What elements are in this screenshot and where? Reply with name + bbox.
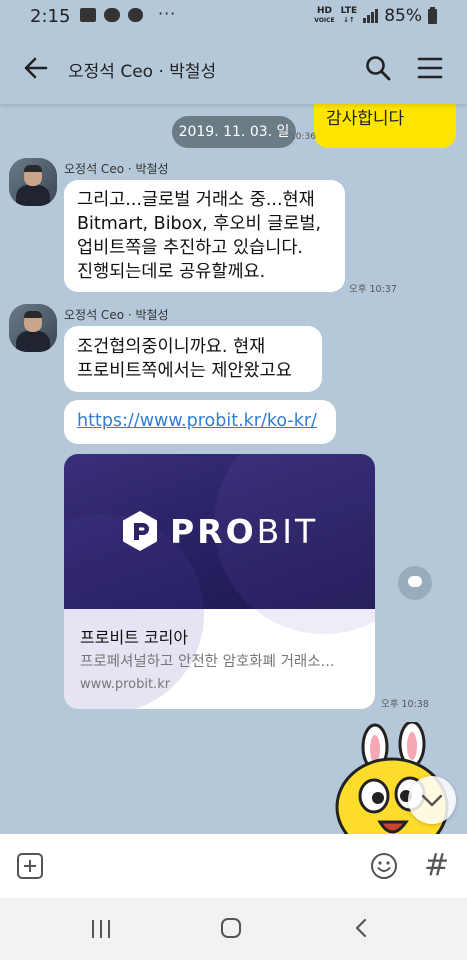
system-back-icon[interactable]: [354, 918, 368, 938]
emoji-icon[interactable]: [370, 852, 398, 880]
hashtag-search-button[interactable]: #: [424, 848, 449, 883]
sender-name: 오정석 Ceo · 박철성: [64, 162, 169, 176]
message-line: 업비트쪽을 추진하고 있습니다.: [77, 238, 303, 258]
chat-header: 오정석 Ceo · 박철성: [0, 34, 467, 104]
lte-icon: LTE ↓↑: [340, 6, 358, 25]
battery-icon: [428, 6, 437, 24]
message-line: 그리고...글로벌 거래소 중...현재: [77, 190, 315, 210]
link-preview-card[interactable]: PROBIT 프로비트 코리아 프로페셔널하고 안전한 암호화폐 거래소... …: [64, 454, 375, 709]
home-icon[interactable]: [221, 918, 241, 938]
sender-name: 오정석 Ceo · 박철성: [64, 308, 169, 322]
status-time: 2:15: [30, 6, 71, 27]
chevron-down-icon: [421, 794, 443, 807]
message-input[interactable]: [60, 850, 354, 884]
back-arrow-icon[interactable]: [22, 54, 50, 82]
chat-area[interactable]: 감사합니다 10:36 2019. 11. 03. 일 오정석 Ceo · 박철…: [0, 104, 467, 834]
probit-hex-icon: [123, 511, 157, 551]
preview-banner: PROBIT: [64, 454, 375, 709]
message-text: 감사합니다: [326, 109, 405, 129]
signal-icon: [363, 9, 379, 23]
avatar[interactable]: [9, 304, 57, 352]
gallery-notification-icon: [80, 8, 96, 22]
received-message-bubble[interactable]: 그리고...글로벌 거래소 중...현재 Bitmart, Bibox, 후오비…: [64, 180, 345, 292]
message-line: 프로비트쪽에서는 제안왔고요: [77, 361, 292, 381]
probit-link[interactable]: https://www.probit.kr/ko-kr/: [77, 411, 317, 431]
status-right: HD VOICE LTE ↓↑ 85%: [314, 6, 437, 26]
message-line: 진행되는데로 공유할께요.: [77, 262, 266, 282]
message-time: 오후 10:37: [349, 284, 397, 295]
chat-title: 오정석 Ceo · 박철성: [68, 62, 217, 82]
preview-description: 프로페셔널하고 안전한 암호화폐 거래소...: [80, 654, 335, 670]
message-line: 조건협의중이니까요. 현재: [77, 337, 266, 357]
status-bar: 2:15 ··· HD VOICE LTE ↓↑ 85%: [0, 0, 467, 34]
link-message-bubble: https://www.probit.kr/ko-kr/: [64, 400, 336, 444]
hd-voice-icon: HD VOICE: [314, 6, 335, 25]
message-time: 오후 10:38: [381, 699, 429, 710]
battery-percent: 85%: [384, 6, 422, 26]
probit-logo: PROBIT: [120, 509, 318, 553]
message-input-bar: #: [0, 834, 467, 898]
received-message-bubble[interactable]: 조건협의중이니까요. 현재 프로비트쪽에서는 제안왔고요: [64, 326, 322, 392]
preview-url: www.probit.kr: [80, 677, 171, 692]
preview-title: 프로비트 코리아: [80, 628, 189, 647]
talk-notification-icon: [104, 8, 120, 22]
plus-icon[interactable]: [17, 853, 43, 879]
menu-icon[interactable]: [417, 56, 443, 80]
share-icon[interactable]: [398, 566, 432, 600]
search-icon[interactable]: [364, 54, 392, 82]
message-line: Bitmart, Bibox, 후오비 글로벌,: [77, 214, 322, 234]
more-notifications-icon: ···: [158, 4, 177, 23]
my-message-bubble[interactable]: 감사합니다: [314, 104, 456, 148]
avatar[interactable]: [9, 158, 57, 206]
date-separator: 2019. 11. 03. 일: [172, 116, 296, 148]
system-nav-bar: [0, 898, 467, 960]
recent-apps-icon[interactable]: [92, 920, 112, 938]
scroll-down-button[interactable]: [408, 776, 456, 824]
band-notification-icon: [128, 8, 143, 22]
